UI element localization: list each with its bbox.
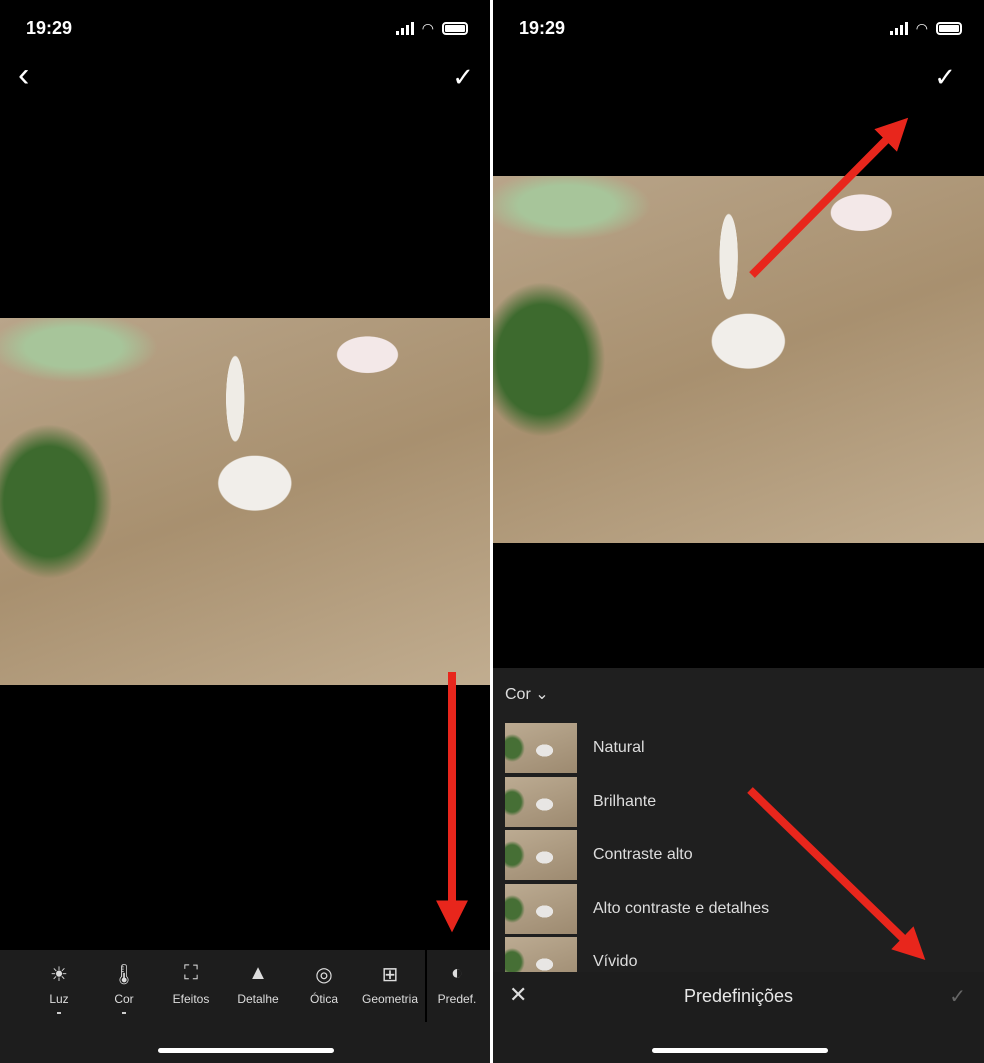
status-bar: 19:29 ◠ bbox=[493, 16, 984, 40]
tool-cor[interactable]: 🌡 Cor bbox=[89, 962, 159, 1014]
tool-label: Detalhe bbox=[237, 992, 279, 1006]
tool-predef[interactable]: ◐ Predef. bbox=[422, 962, 490, 1006]
chevron-down-icon: ⌄ bbox=[535, 686, 549, 703]
signal-icon bbox=[395, 22, 414, 35]
tool-label: Ótica bbox=[309, 992, 338, 1006]
confirm-button[interactable]: ✓ bbox=[934, 62, 956, 93]
wifi-icon: ◠ bbox=[915, 20, 928, 36]
tool-detalhe[interactable]: ▲ Detalhe bbox=[223, 962, 293, 1006]
preset-item[interactable]: Contraste alto bbox=[505, 830, 965, 880]
preset-label: Vívido bbox=[593, 953, 638, 970]
tool-label: Cor bbox=[114, 992, 134, 1006]
tool-label: Predef. bbox=[437, 992, 477, 1006]
thermometer-icon: 🌡 bbox=[111, 964, 137, 986]
lens-icon: ◎ bbox=[315, 964, 333, 986]
preset-thumbnail bbox=[505, 776, 577, 827]
preset-thumbnail bbox=[505, 723, 577, 773]
tool-label: Luz bbox=[49, 992, 69, 1006]
photo-flamingo bbox=[0, 318, 490, 685]
tool-label: Efeitos bbox=[172, 992, 210, 1006]
vignette-icon: ⛶ bbox=[184, 962, 198, 984]
status-time: 19:29 bbox=[519, 18, 566, 38]
tool-geometria[interactable]: ⊞ Geometria bbox=[355, 962, 425, 1006]
category-dropdown[interactable]: Cor ⌄ bbox=[505, 684, 549, 704]
geometry-icon: ⊞ bbox=[381, 964, 399, 986]
tool-luz[interactable]: ☀ Luz bbox=[24, 962, 94, 1014]
home-indicator bbox=[652, 1048, 828, 1053]
right-screen: 19:29 ◠ ✓ Cor ⌄ Natural Brilhante Contrast… bbox=[493, 0, 984, 1063]
preset-thumbnail bbox=[505, 883, 577, 934]
wifi-icon: ◠ bbox=[421, 20, 434, 36]
sun-icon: ☀ bbox=[50, 964, 68, 986]
preset-item[interactable]: Natural bbox=[505, 723, 965, 773]
modified-indicator bbox=[122, 1012, 126, 1014]
presets-icon: ◐ bbox=[450, 962, 464, 984]
modified-indicator bbox=[57, 1012, 61, 1014]
triangle-icon: ▲ bbox=[248, 962, 268, 984]
preset-label: Alto contraste e detalhes bbox=[593, 899, 770, 917]
back-button[interactable]: ‹ bbox=[18, 56, 29, 95]
photo-flamingo bbox=[493, 176, 984, 543]
presets-title: Predefinições bbox=[683, 986, 794, 1006]
preset-thumbnail bbox=[505, 830, 577, 880]
preset-label: Contraste alto bbox=[593, 846, 693, 863]
tool-efeitos[interactable]: ⛶ Efeitos bbox=[156, 962, 226, 1006]
preset-label: Natural bbox=[593, 739, 645, 756]
apply-button[interactable]: ✓ bbox=[949, 984, 966, 1009]
status-bar: 19:29 ◠ bbox=[0, 16, 490, 40]
status-time: 19:29 bbox=[26, 18, 73, 38]
edit-toolbar: ☀ Luz 🌡 Cor ⛶ Efeitos ▲ Detalhe ◎ Ótica ⊞ Geometria… bbox=[0, 950, 490, 1063]
preset-item[interactable]: Alto contraste e detalhes bbox=[505, 883, 965, 934]
signal-icon bbox=[889, 22, 908, 35]
battery-icon bbox=[936, 22, 962, 35]
confirm-button[interactable]: ✓ bbox=[452, 62, 474, 93]
tool-ótica[interactable]: ◎ Ótica bbox=[289, 962, 359, 1006]
preset-label: Brilhante bbox=[593, 792, 657, 810]
category-label: Cor bbox=[505, 686, 531, 703]
left-screen: 19:29 ◠ ‹ ✓ ☀ Luz 🌡 Cor ⛶ Efeitos ▲ Detalhe ◎ Óti… bbox=[0, 0, 490, 1063]
home-indicator bbox=[158, 1048, 334, 1053]
tool-label: Geometria bbox=[361, 992, 419, 1006]
battery-icon bbox=[442, 22, 468, 35]
preset-item[interactable]: Brilhante bbox=[505, 776, 965, 827]
